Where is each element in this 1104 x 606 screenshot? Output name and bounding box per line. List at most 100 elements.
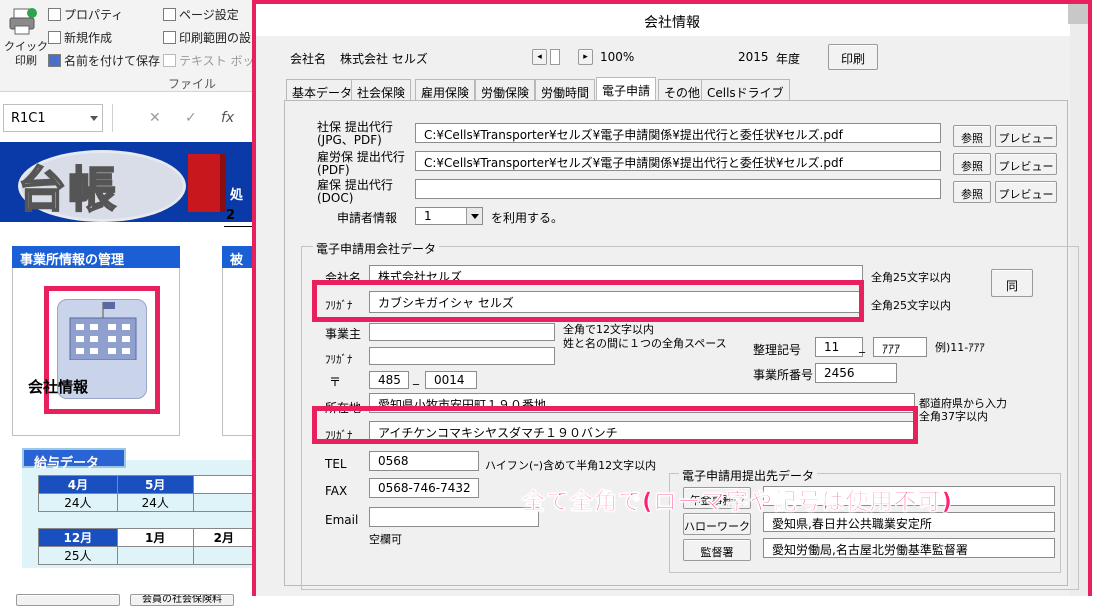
office-number-input[interactable]: 2456 [815, 363, 897, 383]
office-number-label: 事業所番号 [753, 368, 814, 382]
annotation-text: 全て全角で(ローマ字や記号は使用不可) [522, 489, 954, 516]
text-box-icon [163, 54, 176, 67]
browse-button-3[interactable]: 参照 [953, 181, 991, 203]
page-setup-icon [163, 8, 176, 21]
postal-code-1[interactable]: 485 [369, 371, 409, 389]
text-box-button[interactable]: テキスト ボック [163, 52, 266, 69]
owner-label: 事業主 [325, 327, 362, 341]
submission-label-3: 雇保 提出代行 (DOC) [317, 178, 393, 205]
enter-icon[interactable]: ✓ [185, 110, 197, 126]
tel-note: ハイフン(ｰ)含めて半角12文字以内 [485, 459, 657, 472]
tab-basic[interactable]: 基本データ [286, 79, 359, 101]
email-note: 空欄可 [369, 533, 402, 546]
name-box[interactable]: R1C1 [3, 104, 103, 132]
quick-print-button[interactable]: クイック 印刷 [4, 40, 48, 68]
office-section-title: 事業所情報の管理 [12, 246, 180, 268]
company-name-label: 会社名 [290, 52, 327, 66]
year-unit: 年度 [776, 52, 801, 66]
reg-code-1[interactable]: 11 [815, 337, 863, 357]
print-button[interactable]: 印刷 [828, 44, 878, 70]
divider [224, 226, 255, 227]
applicant-label: 申請者情報 [337, 211, 398, 225]
new-create-button[interactable]: 新規作成 [48, 29, 112, 46]
preview-button-1[interactable]: プレビュー [995, 125, 1057, 147]
print-range-icon [163, 31, 176, 44]
page-setup-button[interactable]: ページ設定 [163, 6, 239, 23]
tel-label: TEL [325, 457, 347, 471]
tel-input[interactable]: 0568 [369, 451, 479, 471]
zoom-level: 100% [600, 50, 635, 64]
table-row: 12月 1月 2月 [38, 528, 256, 547]
highlight-company-kana [312, 280, 864, 322]
table-row [39, 512, 255, 529]
applicant-select[interactable]: 1 [415, 207, 483, 225]
table-row: 24人 24人 [38, 493, 256, 512]
save-icon [48, 54, 61, 67]
labor-office-input[interactable]: 愛知労働局,名古屋北労働基準監督署 [763, 538, 1055, 558]
insurance-button[interactable]: 会員の社会保険料 [130, 594, 234, 606]
table-row: 4月 5月 6月 [38, 475, 256, 494]
browse-button-2[interactable]: 参照 [953, 153, 991, 175]
tab-electronic-application[interactable]: 電子申請 [596, 77, 657, 101]
fax-input[interactable]: 0568-746-7432 [369, 478, 479, 498]
company-data-frame-title: 電子申請用会社データ [313, 240, 440, 257]
email-label: Email [325, 513, 359, 527]
salary-section-title: 給与データ [22, 448, 126, 471]
tab-cells-drive[interactable]: Cellsドライブ [701, 79, 790, 101]
save-as-button[interactable]: 名前を付けて保存 [48, 52, 160, 69]
submission-path-2[interactable]: C:¥Cells¥Transporter¥セルズ¥電子申請関係¥提出代行と委任状… [415, 151, 941, 171]
tab-employment-insurance[interactable]: 雇用保険 [415, 79, 476, 101]
formula-bar[interactable]: ✕ ✓ fx [112, 104, 255, 132]
ribbon: クイック 印刷 プロパティ 新規作成 名前を付けて保存 ページ設定 印刷範囲の設… [0, 0, 266, 92]
company-name-value: 株式会社 セルズ [340, 52, 428, 66]
hello-work-button[interactable]: ハローワーク [683, 513, 751, 535]
close-icon[interactable] [1068, 4, 1088, 24]
owner-kana-input[interactable] [369, 347, 555, 365]
tab-social-insurance[interactable]: 社会保険 [351, 79, 412, 101]
zoom-decrease-button[interactable]: ◂ [532, 49, 547, 65]
second-section-title: 被 [222, 246, 255, 268]
reg-code-2[interactable]: ｱｱｱ [873, 337, 927, 357]
postal-dash: _ [413, 371, 419, 385]
reg-label: 整理記号 [753, 343, 802, 357]
submission-path-3[interactable] [415, 179, 941, 199]
function-icon[interactable]: fx [221, 110, 234, 126]
fax-label: FAX [325, 484, 348, 498]
ribbon-group-label: ファイル [168, 77, 217, 91]
email-input[interactable] [369, 507, 539, 527]
binder-icon [188, 154, 226, 212]
tab-working-hours[interactable]: 労働時間 [535, 79, 596, 101]
cd-company-name-note: 全角25文字以内 [871, 271, 951, 284]
owner-input[interactable] [369, 323, 555, 341]
table-row: 25人 [38, 546, 256, 565]
print-range-button[interactable]: 印刷範囲の設 [163, 29, 251, 46]
postal-label: 〒 [329, 375, 342, 389]
tab-labor-insurance[interactable]: 労働保険 [475, 79, 536, 101]
submission-label-1: 社保 提出代行 (JPG、PDF) [317, 120, 393, 147]
building-drawing [69, 302, 137, 361]
submission-label-2: 雇労保 提出代行 (PDF) [317, 150, 405, 177]
properties-button[interactable]: プロパティ [48, 6, 123, 23]
zoom-slider[interactable] [550, 49, 560, 65]
same-button[interactable]: 同 [991, 269, 1033, 297]
tab-other[interactable]: その他 [658, 79, 707, 101]
new-document-icon [48, 31, 61, 44]
sheet-button[interactable] [16, 594, 120, 606]
submission-path-1[interactable]: C:¥Cells¥Transporter¥セルズ¥電子申請関係¥提出代行と委任状… [415, 123, 941, 143]
postal-code-2[interactable]: 0014 [425, 371, 477, 389]
processing-label: 処 [230, 188, 244, 203]
printer-icon [9, 8, 37, 35]
chevron-down-icon[interactable] [466, 208, 482, 224]
cancel-icon[interactable]: ✕ [149, 110, 161, 126]
header-banner: 台帳 処 [0, 142, 255, 222]
browse-button-1[interactable]: 参照 [953, 125, 991, 147]
address-note: 都道府県から入力 全角37字以内 [919, 397, 1007, 423]
zoom-increase-button[interactable]: ▸ [578, 49, 593, 65]
owner-furigana-label: ﾌﾘｶﾞﾅ [325, 353, 353, 366]
salary-table: 4月 5月 6月 24人 24人 12月 1月 2月 25人 [38, 475, 256, 565]
year-value: 2015 [738, 50, 769, 64]
labor-office-button[interactable]: 監督署 [683, 539, 751, 561]
preview-button-2[interactable]: プレビュー [995, 153, 1057, 175]
logo-text: 台帳 [17, 161, 119, 219]
preview-button-3[interactable]: プレビュー [995, 181, 1057, 203]
